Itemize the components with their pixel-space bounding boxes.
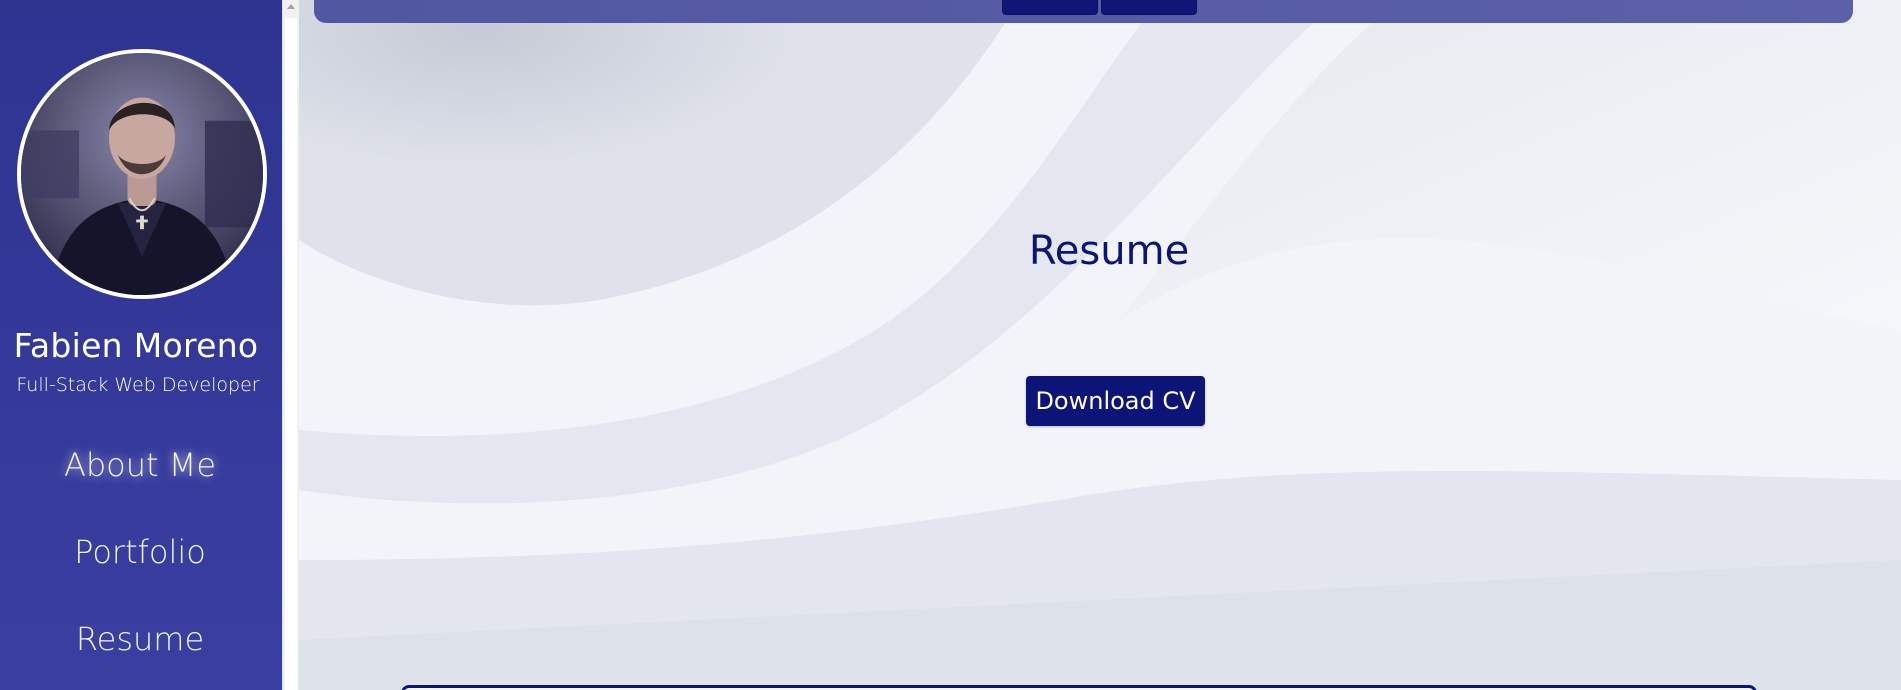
scroll-up-arrow-icon[interactable] [287,4,295,9]
top-button-1[interactable] [1002,0,1098,15]
nav-portfolio[interactable]: Portfolio [0,533,280,571]
sidebar: Fabien Moreno Full-Stack Web Developer A… [0,0,282,690]
bottom-card [401,685,1757,690]
download-cv-button[interactable]: Download CV [1026,376,1205,426]
main-content: Resume Download CV [299,0,1901,690]
top-bar [314,0,1853,23]
nav-about-me[interactable]: About Me [0,446,280,484]
profile-name: Fabien Moreno [13,326,259,365]
sidebar-scrollbar[interactable] [282,0,300,690]
top-button-2[interactable] [1101,0,1197,15]
nav-resume[interactable]: Resume [0,620,280,658]
scroll-thumb[interactable] [285,18,297,690]
profile-photo [21,53,263,295]
profile-role: Full-Stack Web Developer [16,374,260,396]
wave-background [299,0,1901,690]
resume-title: Resume [1028,228,1190,274]
avatar [17,49,267,299]
